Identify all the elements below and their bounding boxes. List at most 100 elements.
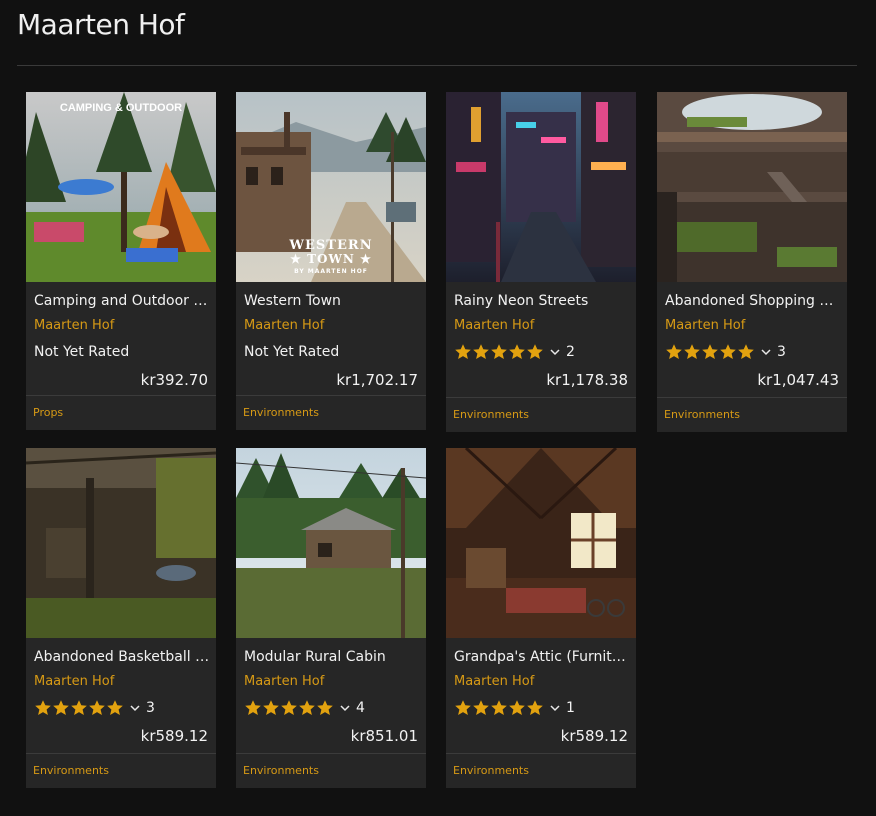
star-rating bbox=[34, 699, 124, 717]
thumbnail-caption: CAMPING & OUTDOOR bbox=[59, 102, 183, 114]
star-icon bbox=[281, 700, 297, 715]
product-author-link[interactable]: Maarten Hof bbox=[244, 318, 324, 333]
star-rating bbox=[454, 343, 544, 361]
product-title[interactable]: Abandoned Basketball C... bbox=[34, 649, 212, 665]
rating-count: 3 bbox=[146, 700, 155, 716]
chevron-down-icon[interactable] bbox=[550, 704, 560, 712]
product-card[interactable]: Grandpa's Attic (Furnitur... Maarten Hof 1… bbox=[446, 448, 636, 788]
rating-text: Not Yet Rated bbox=[244, 344, 340, 360]
product-author-link[interactable]: Maarten Hof bbox=[244, 674, 324, 689]
star-icon bbox=[491, 344, 507, 359]
product-rating[interactable]: 3 bbox=[34, 698, 155, 718]
rating-count: 4 bbox=[356, 700, 365, 716]
product-rating[interactable]: 2 bbox=[454, 342, 575, 362]
product-title[interactable]: Modular Rural Cabin bbox=[244, 649, 422, 665]
product-author-link[interactable]: Maarten Hof bbox=[34, 318, 114, 333]
chevron-down-icon[interactable] bbox=[550, 348, 560, 356]
star-icon bbox=[684, 344, 700, 359]
product-author-link[interactable]: Maarten Hof bbox=[454, 318, 534, 333]
card-divider bbox=[26, 395, 216, 396]
product-thumbnail[interactable] bbox=[236, 448, 426, 638]
thumbnail-caption-2: ★ TOWN ★ bbox=[290, 252, 372, 266]
product-title[interactable]: Camping and Outdoor pr... bbox=[34, 293, 212, 309]
product-category-link[interactable]: Environments bbox=[453, 408, 529, 421]
rating-count: 2 bbox=[566, 344, 575, 360]
product-card[interactable]: Rainy Neon Streets Maarten Hof 2 kr1,178.38… bbox=[446, 92, 636, 432]
card-divider bbox=[446, 753, 636, 754]
product-category-link[interactable]: Environments bbox=[243, 406, 319, 419]
product-thumbnail[interactable] bbox=[446, 92, 636, 282]
product-rating[interactable]: 4 bbox=[244, 698, 365, 718]
star-rating bbox=[665, 343, 755, 361]
product-thumbnail[interactable] bbox=[446, 448, 636, 638]
product-thumbnail[interactable]: CAMPING & OUTDOOR bbox=[26, 92, 216, 282]
page-title: Maarten Hof bbox=[17, 8, 185, 41]
star-icon bbox=[89, 700, 105, 715]
rating-count: 1 bbox=[566, 700, 575, 716]
product-title[interactable]: Abandoned Shopping Mall bbox=[665, 293, 843, 309]
star-icon bbox=[509, 700, 525, 715]
star-icon bbox=[35, 700, 51, 715]
card-divider bbox=[236, 395, 426, 396]
card-divider bbox=[446, 397, 636, 398]
product-title[interactable]: Western Town bbox=[244, 293, 422, 309]
star-icon bbox=[738, 344, 754, 359]
card-divider bbox=[236, 753, 426, 754]
rating-text: Not Yet Rated bbox=[34, 344, 130, 360]
product-category-link[interactable]: Environments bbox=[33, 764, 109, 777]
star-icon bbox=[509, 344, 525, 359]
star-icon bbox=[53, 700, 69, 715]
product-rating[interactable]: 1 bbox=[454, 698, 575, 718]
product-price: kr1,178.38 bbox=[546, 371, 628, 389]
product-title[interactable]: Grandpa's Attic (Furnitur... bbox=[454, 649, 632, 665]
product-category-link[interactable]: Environments bbox=[243, 764, 319, 777]
product-card[interactable]: Modular Rural Cabin Maarten Hof 4 kr851.01 E… bbox=[236, 448, 426, 788]
star-icon bbox=[491, 700, 507, 715]
product-price: kr851.01 bbox=[350, 727, 418, 745]
star-icon bbox=[455, 700, 471, 715]
product-category-link[interactable]: Props bbox=[33, 406, 63, 419]
star-icon bbox=[299, 700, 315, 715]
star-icon bbox=[702, 344, 718, 359]
product-thumbnail[interactable]: WESTERN ★ TOWN ★ BY MAARTEN HOF bbox=[236, 92, 426, 282]
product-price: kr392.70 bbox=[140, 371, 208, 389]
star-icon bbox=[473, 344, 489, 359]
star-icon bbox=[473, 700, 489, 715]
product-author-link[interactable]: Maarten Hof bbox=[665, 318, 745, 333]
star-icon bbox=[107, 700, 123, 715]
chevron-down-icon[interactable] bbox=[340, 704, 350, 712]
product-price: kr589.12 bbox=[140, 727, 208, 745]
product-rating: Not Yet Rated bbox=[244, 342, 339, 362]
product-card[interactable]: Abandoned Shopping Mall Maarten Hof 3 kr1,0… bbox=[657, 92, 847, 432]
card-divider bbox=[26, 753, 216, 754]
product-card[interactable]: WESTERN ★ TOWN ★ BY MAARTEN HOF Western Tow… bbox=[236, 92, 426, 430]
title-divider bbox=[17, 65, 857, 66]
thumbnail-caption-3: BY MAARTEN HOF bbox=[294, 268, 368, 275]
star-icon bbox=[317, 700, 333, 715]
star-icon bbox=[527, 344, 543, 359]
star-icon bbox=[71, 700, 87, 715]
product-card[interactable]: Abandoned Basketball C... Maarten Hof 3 kr5… bbox=[26, 448, 216, 788]
star-rating bbox=[454, 699, 544, 717]
star-icon bbox=[455, 344, 471, 359]
product-title[interactable]: Rainy Neon Streets bbox=[454, 293, 632, 309]
product-category-link[interactable]: Environments bbox=[453, 764, 529, 777]
rating-count: 3 bbox=[777, 344, 786, 360]
product-card[interactable]: CAMPING & OUTDOOR Camping and Outdoor pr.… bbox=[26, 92, 216, 430]
product-category-link[interactable]: Environments bbox=[664, 408, 740, 421]
product-price: kr1,047.43 bbox=[757, 371, 839, 389]
chevron-down-icon[interactable] bbox=[761, 348, 771, 356]
star-icon bbox=[245, 700, 261, 715]
product-author-link[interactable]: Maarten Hof bbox=[454, 674, 534, 689]
product-author-link[interactable]: Maarten Hof bbox=[34, 674, 114, 689]
product-rating[interactable]: 3 bbox=[665, 342, 786, 362]
star-icon bbox=[666, 344, 682, 359]
product-rating: Not Yet Rated bbox=[34, 342, 129, 362]
product-thumbnail[interactable] bbox=[657, 92, 847, 282]
product-price: kr1,702.17 bbox=[336, 371, 418, 389]
chevron-down-icon[interactable] bbox=[130, 704, 140, 712]
star-rating bbox=[244, 699, 334, 717]
thumbnail-caption: WESTERN bbox=[289, 238, 373, 253]
product-thumbnail[interactable] bbox=[26, 448, 216, 638]
card-divider bbox=[657, 397, 847, 398]
